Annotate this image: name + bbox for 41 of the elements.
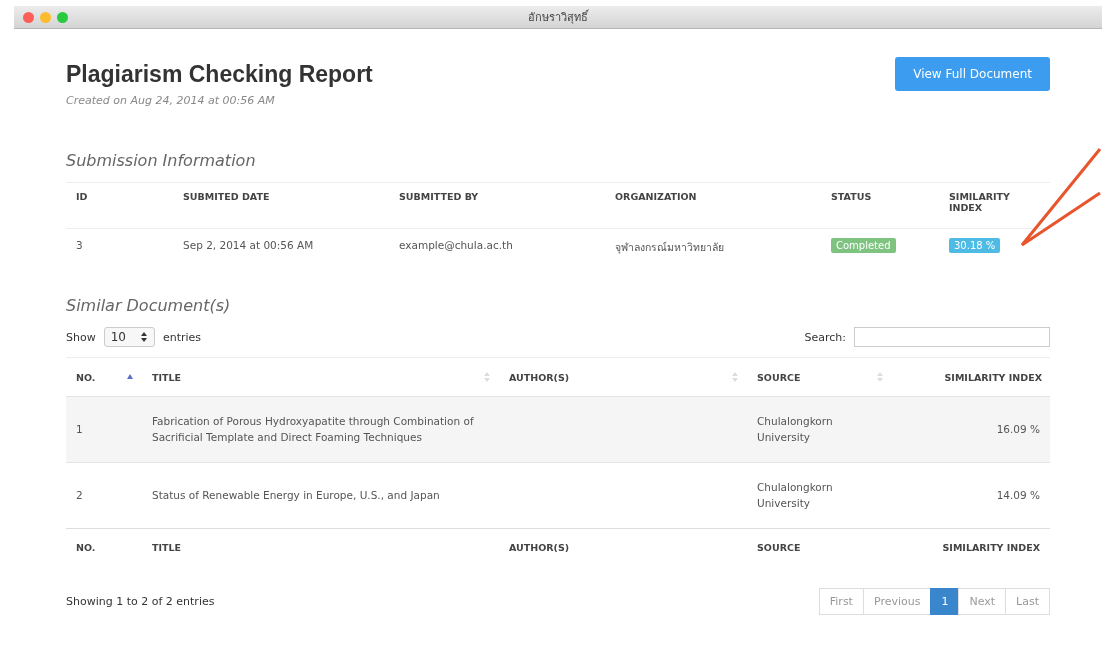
entries-label: entries <box>162 330 202 344</box>
created-date: Created on Aug 24, 2014 at 00:56 AM <box>66 94 276 107</box>
column-footer: SOURCE <box>747 528 892 566</box>
similarity-badge: 30.18 % <box>949 238 1001 253</box>
table-cell: 2 <box>66 462 142 528</box>
table-cell-text: จุฬาลงกรณ์มหาวิทยาลัย <box>614 240 725 256</box>
table-cell: Chulalongkorn University <box>747 396 892 462</box>
column-header: SIMILARITY INDEX <box>939 182 1050 229</box>
table-cell: Chulalongkorn University <box>747 462 892 528</box>
column-header: ORGANIZATION <box>605 182 821 229</box>
show-label: Show <box>66 330 96 344</box>
column-footer: TITLE <box>142 528 499 566</box>
column-footer: AUTHOR(S) <box>499 528 747 566</box>
column-header: SUBMITED DATE <box>173 182 389 229</box>
pagination-button[interactable]: 1 <box>930 588 960 615</box>
minimize-icon[interactable] <box>40 11 51 23</box>
maximize-icon[interactable] <box>57 11 68 23</box>
column-header: SUBMITTED BY <box>389 182 605 229</box>
status-badge: Completed <box>831 238 896 253</box>
table-cell: Status of Renewable Energy in Europe, U.S., and Japan <box>142 462 499 528</box>
entries-info: Showing 1 to 2 of 2 entries <box>66 595 215 608</box>
column-header: ID <box>66 182 173 229</box>
table-cell-text: 3 <box>75 238 84 253</box>
report-title: Plagiarism Checking Report <box>66 61 373 88</box>
section-heading: Similar Document(s) <box>66 296 232 315</box>
page-size-select[interactable]: 10 <box>103 327 155 347</box>
column-header: STATUS <box>821 182 939 229</box>
table-cell: 14.09 % <box>892 462 1050 528</box>
column-footer: NO. <box>66 528 142 566</box>
column-footer: SIMILARITY INDEX <box>892 528 1050 566</box>
window-title: อักษราวิสุทธิ์ <box>528 8 588 26</box>
table-cell: Fabrication of Porous Hydroxyapatite through Combination of Sacrificial Template and Direct Foaming Techniques <box>142 396 499 462</box>
table-cell: 1 <box>66 396 142 462</box>
search-field[interactable] <box>854 327 1050 347</box>
table-cell-text: Sep 2, 2014 at 00:56 AM <box>182 238 315 253</box>
close-icon[interactable] <box>23 11 34 23</box>
table-cell: 16.09 % <box>892 396 1050 462</box>
search-label: Search: <box>804 330 846 344</box>
table-cell-text: example@chula.ac.th <box>398 238 514 253</box>
dropdown-arrows-icon <box>139 331 148 343</box>
section-heading: Submission Information <box>66 151 257 170</box>
